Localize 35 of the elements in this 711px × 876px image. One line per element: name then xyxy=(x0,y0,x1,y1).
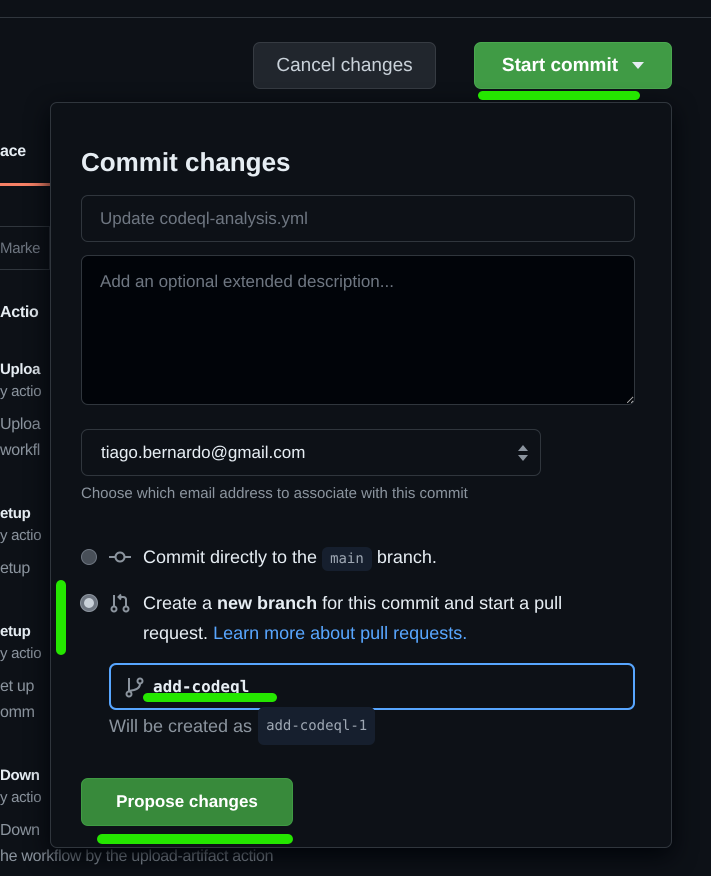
radio-button[interactable] xyxy=(81,595,97,611)
action-description: Down xyxy=(0,821,40,841)
description-field[interactable]: Add an optional extended description... xyxy=(81,255,635,405)
action-name[interactable]: etup xyxy=(0,502,50,526)
propose-button[interactable]: Propose changes xyxy=(81,778,293,826)
action-description: et up xyxy=(0,677,34,697)
pull-request-icon xyxy=(109,592,131,614)
action-name[interactable]: Down xyxy=(0,764,50,788)
branch-icon xyxy=(125,676,145,698)
action-byline: y actio xyxy=(0,788,42,808)
summary-field[interactable]: Update codeql-analysis.yml xyxy=(81,195,635,242)
branch-name-code: add-codeql-1 xyxy=(258,707,376,745)
branch-name-field[interactable]: add-codeql xyxy=(109,663,635,710)
action-byline: y actio xyxy=(0,526,42,546)
option-label: Create a new branch for this commit and start a pull request. Learn more about pull requests. xyxy=(143,592,564,645)
action-description: Uploa xyxy=(0,415,40,435)
branch-note: Will be created as xyxy=(109,715,252,738)
action-description: omm xyxy=(0,703,35,723)
action-description: he workflow by the upload-artifact action xyxy=(0,847,274,867)
action-description: etup xyxy=(0,559,30,579)
radio-button[interactable] xyxy=(81,549,97,565)
action-byline: y actio xyxy=(0,644,42,664)
action-name[interactable]: Uploa xyxy=(0,358,50,382)
email-select[interactable]: tiago.bernardo@gmail.com xyxy=(81,429,541,476)
action-name[interactable]: etup xyxy=(0,620,50,644)
email-hint: Choose which email address to associate with this commit xyxy=(81,485,469,502)
section-title: Actio xyxy=(0,303,40,323)
action-byline: y actio xyxy=(0,382,42,402)
caret-icon xyxy=(632,62,644,69)
cancel-button[interactable]: Cancel changes xyxy=(253,42,436,89)
action-description: workfl xyxy=(0,441,40,461)
start-commit-button[interactable]: Start commit xyxy=(474,42,672,89)
dialog-title: Commit changes xyxy=(81,147,292,177)
learn-more-link[interactable]: Learn more about pull requests. xyxy=(213,623,468,643)
updown-icon xyxy=(518,444,528,460)
